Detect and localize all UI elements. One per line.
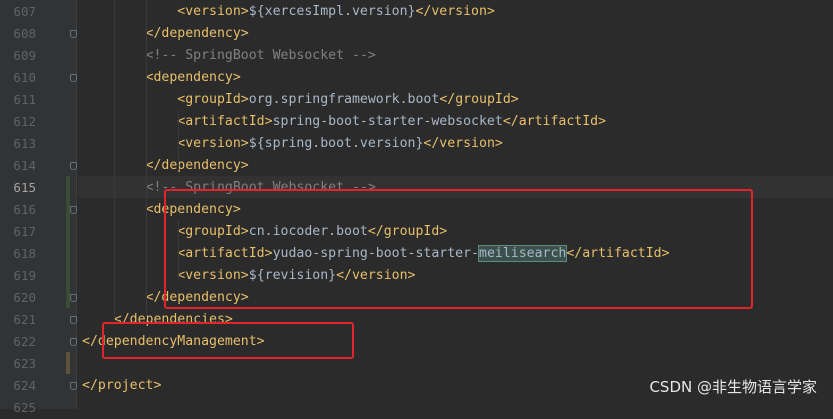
xml-tag: <groupId>	[177, 92, 249, 107]
line-number: 612	[13, 114, 36, 129]
xml-tag: </dependency>	[145, 26, 249, 41]
code-line[interactable]: 608 </dependency>	[0, 23, 833, 45]
line-number: 608	[13, 26, 36, 41]
fold-marker-icon[interactable]	[70, 382, 77, 390]
code-text: </project>	[82, 375, 161, 397]
xml-value: ${xercesImpl.version}	[248, 4, 416, 19]
line-number: 618	[13, 246, 36, 261]
line-number: 607	[13, 4, 36, 19]
code-text: <version>${xercesImpl.version}</version>	[82, 1, 495, 23]
xml-value: spring-boot-starter-websocket	[272, 114, 503, 129]
line-number: 625	[13, 400, 36, 415]
code-text: </dependency>	[82, 23, 249, 45]
code-text: <!-- SpringBoot Websocket -->	[82, 45, 376, 67]
line-number: 622	[13, 334, 36, 349]
xml-tag: </dependency>	[145, 158, 249, 173]
code-text: <dependency>	[82, 67, 241, 89]
code-line[interactable]: 609 <!-- SpringBoot Websocket -->	[0, 45, 833, 67]
code-line[interactable]: 625	[0, 397, 833, 419]
fold-marker-icon[interactable]	[70, 30, 77, 38]
indent-guide	[178, 220, 179, 280]
code-line[interactable]: 613 <version>${spring.boot.version}</ver…	[0, 133, 833, 155]
line-number: 614	[13, 158, 36, 173]
xml-value: org.springframework.boot	[248, 92, 440, 107]
indent-guide	[178, 110, 179, 170]
xml-tag: <dependency>	[145, 70, 241, 85]
xml-tag: </groupId>	[439, 92, 519, 107]
code-text: <artifactId>spring-boot-starter-websocke…	[82, 111, 606, 133]
xml-tag: </version>	[415, 4, 495, 19]
xml-tag: </artifactId>	[502, 114, 607, 129]
indent-guide	[146, 0, 147, 320]
xml-value: ${spring.boot.version}	[248, 136, 424, 151]
xml-tag: </version>	[423, 136, 503, 151]
xml-tag: <version>	[177, 136, 249, 151]
fold-marker-icon[interactable]	[70, 316, 77, 324]
fold-marker-icon[interactable]	[70, 294, 77, 302]
watermark: CSDN @非生物语言学家	[649, 378, 817, 396]
xml-comment: <!-- SpringBoot Websocket -->	[145, 48, 376, 63]
line-number: 620	[13, 290, 36, 305]
line-number: 624	[13, 378, 36, 393]
annotation-box-dependency-management	[102, 322, 354, 359]
code-text: </dependency>	[82, 155, 249, 177]
code-line[interactable]: 614 </dependency>	[0, 155, 833, 177]
fold-marker-icon[interactable]	[70, 74, 77, 82]
xml-tag: <artifactId>	[177, 114, 273, 129]
code-line[interactable]: 611 <groupId>org.springframework.boot</g…	[0, 89, 833, 111]
line-number: 613	[13, 136, 36, 151]
vcs-added-marker[interactable]	[66, 176, 70, 308]
code-line[interactable]: 607 <version>${xercesImpl.version}</vers…	[0, 1, 833, 23]
vcs-modified-marker[interactable]	[66, 352, 70, 374]
line-number: 609	[13, 48, 36, 63]
line-number: 616	[13, 202, 36, 217]
line-number: 615	[13, 180, 36, 195]
fold-marker-icon[interactable]	[70, 162, 77, 170]
code-text: <groupId>org.springframework.boot</group…	[82, 89, 519, 111]
code-line[interactable]: 612 <artifactId>spring-boot-starter-webs…	[0, 111, 833, 133]
annotation-box-dependency	[164, 189, 753, 309]
line-number: 623	[13, 356, 36, 371]
fold-marker-icon[interactable]	[70, 206, 77, 214]
fold-marker-icon[interactable]	[70, 338, 77, 346]
line-number: 611	[13, 92, 36, 107]
code-line[interactable]: 610 <dependency>	[0, 67, 833, 89]
line-number: 610	[13, 70, 36, 85]
line-number: 617	[13, 224, 36, 239]
indent-guide	[114, 0, 115, 320]
line-number: 619	[13, 268, 36, 283]
line-number: 621	[13, 312, 36, 327]
xml-tag: <version>	[177, 4, 249, 19]
xml-tag: </project>	[82, 378, 162, 393]
